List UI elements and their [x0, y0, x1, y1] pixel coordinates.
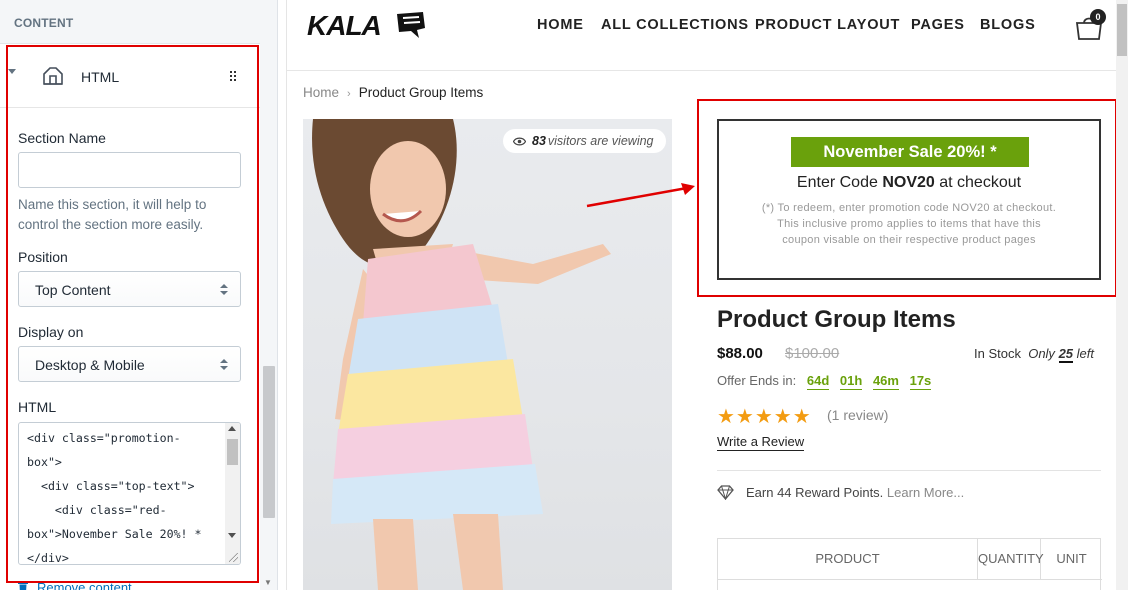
- store-header: KALA HOME ALL COLLECTIONS PRODUCT LAYOUT…: [287, 0, 1116, 71]
- cart-count-badge: 0: [1090, 9, 1106, 25]
- editor-scroll-down-icon[interactable]: ▼: [264, 578, 272, 587]
- timer-days: 64d: [806, 373, 830, 390]
- promo-line-prefix: Enter Code: [796, 174, 883, 191]
- promo-note: (*) To redeem, enter promotion code NOV2…: [761, 202, 1057, 246]
- diamond-icon: [717, 485, 734, 500]
- nav-all-collections[interactable]: ALL COLLECTIONS: [601, 17, 749, 33]
- stock-suffix: left: [1076, 346, 1094, 361]
- logo-text: KALA: [307, 10, 382, 41]
- page-scroll-thumb[interactable]: [1117, 4, 1127, 56]
- timer-minutes: 46m: [872, 373, 899, 390]
- annotation-highlight-box: [6, 45, 259, 583]
- promo-line-suffix: at checkout: [934, 174, 1022, 191]
- offer-label: Offer Ends in:: [717, 373, 797, 388]
- nav-pages[interactable]: PAGES: [911, 17, 965, 33]
- review-count[interactable]: (1 review): [827, 407, 888, 423]
- timer-seconds: 17s: [909, 373, 932, 390]
- promotion-box: November Sale 20%! * Enter Code NOV20 at…: [717, 119, 1101, 280]
- stock-count: 25: [1058, 346, 1074, 363]
- content-header: CONTENT: [0, 0, 277, 44]
- divider: [717, 470, 1101, 471]
- product-title: Product Group Items: [717, 306, 956, 333]
- visitors-count: 83: [532, 134, 546, 148]
- visitors-badge: 83 visitors are viewing: [503, 129, 666, 153]
- write-review-link[interactable]: Write a Review: [717, 434, 805, 451]
- reward-text: Earn 44 Reward Points.: [746, 485, 884, 500]
- nav-home[interactable]: HOME: [537, 17, 584, 33]
- logo-badge-icon: [397, 12, 425, 38]
- promo-code-line: Enter Code NOV20 at checkout: [719, 174, 1099, 192]
- promo-badge: November Sale 20%! *: [791, 137, 1029, 167]
- reward-points: Earn 44 Reward Points. Learn More...: [717, 485, 964, 500]
- table-header-unit: UNIT: [1056, 551, 1087, 566]
- breadcrumb-home[interactable]: Home: [303, 85, 339, 100]
- chevron-right-icon: ›: [347, 88, 351, 100]
- visitors-text: visitors are viewing: [547, 134, 654, 148]
- table-row-divider: [718, 579, 1102, 580]
- learn-more-link[interactable]: Learn More...: [887, 485, 964, 500]
- nav-blogs[interactable]: BLOGS: [980, 17, 1036, 33]
- table-header-product: PRODUCT: [718, 539, 978, 579]
- stock-only: Only: [1028, 346, 1055, 361]
- table-header-quantity: QUANTITY: [978, 539, 1044, 579]
- store-preview: KALA HOME ALL COLLECTIONS PRODUCT LAYOUT…: [286, 0, 1116, 590]
- nav-product-layout[interactable]: PRODUCT LAYOUT: [755, 17, 900, 33]
- eye-icon: [513, 137, 526, 146]
- breadcrumb: Home › Product Group Items: [303, 85, 483, 100]
- rating-stars-icon[interactable]: ★★★★★: [717, 404, 812, 429]
- page-scrollbar[interactable]: [1116, 0, 1128, 590]
- stock-prefix: In Stock: [974, 346, 1021, 361]
- promo-code: NOV20: [882, 174, 935, 191]
- editor-scroll-thumb[interactable]: [263, 366, 275, 518]
- product-price: $88.00: [717, 345, 763, 362]
- stock-status: In Stock Only 25 left: [974, 346, 1094, 363]
- breadcrumb-current: Product Group Items: [358, 85, 484, 100]
- annotation-arrow-icon: [586, 183, 695, 208]
- compare-price: $100.00: [785, 345, 840, 362]
- offer-countdown: Offer Ends in: 64d 01h 46m 17s: [717, 373, 932, 390]
- timer-hours: 01h: [839, 373, 863, 390]
- group-items-table: PRODUCT QUANTITY UNIT: [717, 538, 1102, 590]
